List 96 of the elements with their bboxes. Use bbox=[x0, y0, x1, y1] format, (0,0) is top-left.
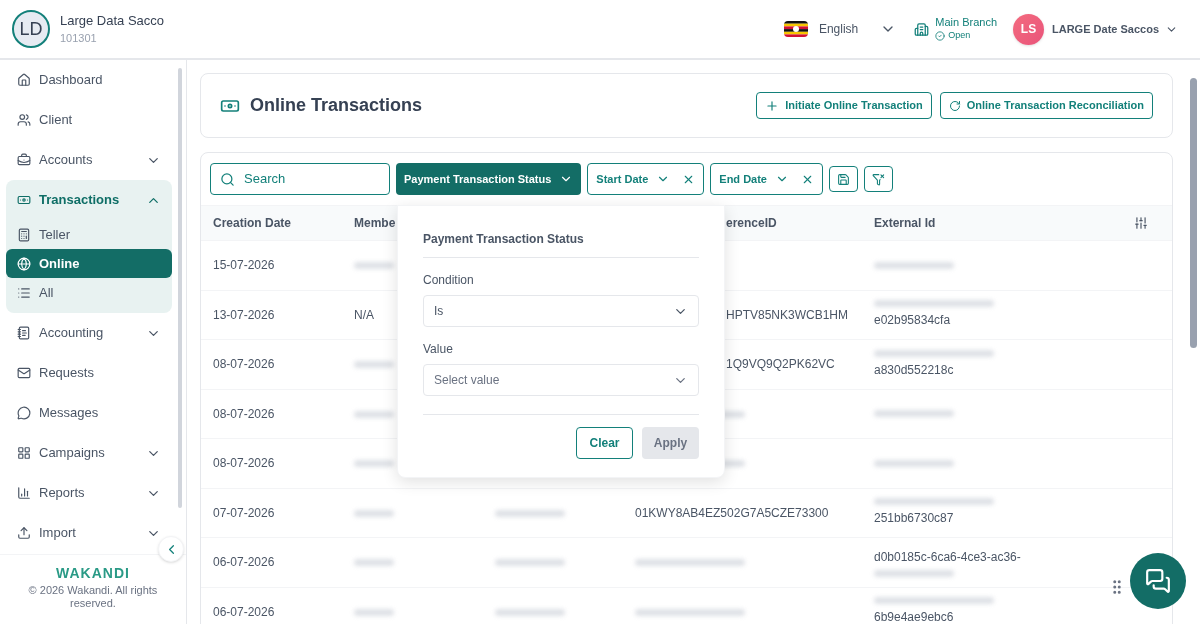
plus-icon bbox=[765, 98, 780, 113]
redacted-text bbox=[354, 361, 394, 369]
table-cell-text: 08-07-2026 bbox=[212, 455, 276, 473]
value-select[interactable]: Select value bbox=[423, 364, 699, 396]
table-cell-text: 06-07-2026 bbox=[212, 554, 276, 572]
chat-icon bbox=[1145, 568, 1171, 594]
org-code: 101301 bbox=[60, 30, 98, 46]
logo: WAKANDI bbox=[56, 565, 130, 581]
branch-name: Main Branch bbox=[935, 15, 997, 30]
funnel-icon bbox=[872, 172, 885, 186]
search-input[interactable]: Search bbox=[244, 169, 374, 189]
table-cell-text: 15-07-2026 bbox=[212, 257, 276, 275]
submenu-item[interactable]: All bbox=[6, 278, 172, 307]
menu-icon bbox=[17, 153, 31, 167]
flag-icon bbox=[783, 21, 808, 37]
menu-icon bbox=[17, 406, 31, 420]
user-avatar: LS bbox=[1013, 13, 1044, 45]
menu-icon bbox=[17, 113, 31, 127]
table-cell-text: d0b0185c-6ca6-4ce3-ac36- bbox=[874, 548, 1022, 566]
submenu-item[interactable]: Teller bbox=[6, 220, 172, 249]
table-cell-text: 08-07-2026 bbox=[212, 356, 276, 374]
table-cell-text: 07-07-2026 bbox=[212, 504, 276, 522]
menu-icon bbox=[17, 366, 31, 380]
menu-icon bbox=[17, 193, 31, 207]
redacted-text bbox=[354, 410, 394, 418]
page-title: Online Transactions bbox=[250, 94, 424, 117]
redacted-text bbox=[354, 460, 394, 468]
sidebar-item[interactable]: Messages bbox=[6, 393, 172, 433]
table-cell-text: 251bb6730c87 bbox=[874, 510, 955, 528]
table-cell-text: 08-07-2026 bbox=[212, 405, 276, 423]
branch-status: Open bbox=[948, 29, 971, 43]
clear-button[interactable]: Clear bbox=[576, 427, 633, 459]
redacted-text bbox=[495, 608, 565, 616]
menu-icon bbox=[17, 73, 31, 87]
redacted-text bbox=[354, 559, 394, 567]
clear-filters-button[interactable] bbox=[864, 166, 893, 192]
building-icon bbox=[914, 21, 930, 37]
reconciliation-button[interactable]: Online Transaction Reconciliation bbox=[939, 92, 1153, 119]
redacted-text bbox=[354, 608, 394, 616]
popover-title: Payment Transaction Status bbox=[423, 230, 699, 258]
table-cell-text: HPTV85NK3WCB1HM bbox=[726, 306, 850, 324]
column-header: Membe bbox=[353, 215, 397, 232]
sidebar-item[interactable]: Accounting bbox=[6, 313, 172, 353]
table-cell-text: 13-07-2026 bbox=[212, 306, 276, 324]
save-icon bbox=[837, 172, 850, 186]
table-cell-text: 06-07-2026 bbox=[212, 603, 276, 621]
table-cell-text: 01KWY8AB4EZ502G7A5CZE73300 bbox=[635, 504, 830, 522]
save-button[interactable] bbox=[829, 166, 858, 192]
sidebar-item[interactable]: Reports bbox=[6, 473, 172, 513]
refresh-icon bbox=[948, 99, 961, 112]
sidebar-item[interactable]: Campaigns bbox=[6, 433, 172, 473]
sidebar-item[interactable]: Accounts bbox=[6, 140, 172, 180]
table-cell-text: 6b9e4ae9ebc6 bbox=[874, 609, 955, 624]
org-avatar: LD bbox=[12, 10, 50, 48]
table-cell-text: a830d552218c bbox=[874, 361, 955, 379]
column-header: erenceID bbox=[725, 215, 778, 232]
menu-icon bbox=[17, 486, 31, 500]
column-header: External Id bbox=[874, 215, 937, 232]
menu-icon bbox=[17, 256, 31, 271]
redacted-text bbox=[495, 509, 565, 517]
scrollbar[interactable] bbox=[178, 68, 182, 508]
table-cell-text: e02b95834cfa bbox=[874, 312, 952, 330]
search-field[interactable]: Search bbox=[210, 163, 390, 195]
sidebar-item[interactable]: Import bbox=[6, 513, 172, 553]
condition-select[interactable]: Is bbox=[423, 295, 699, 327]
menu-icon bbox=[17, 446, 31, 460]
user-menu[interactable]: LARGE Date Saccos bbox=[1052, 20, 1178, 38]
menu-icon bbox=[17, 326, 31, 340]
submenu-item[interactable]: Online bbox=[6, 249, 172, 278]
redacted-text bbox=[354, 509, 394, 517]
column-settings-icon[interactable] bbox=[1134, 216, 1148, 230]
menu-icon bbox=[17, 285, 31, 300]
filter-chip[interactable]: Start Date bbox=[587, 163, 705, 195]
column-header: Creation Date bbox=[212, 215, 293, 232]
table-cell-text: 1Q9VQ9Q2PK62VC bbox=[726, 356, 836, 374]
sidebar-item[interactable]: Dashboard bbox=[6, 60, 172, 100]
chat-button[interactable] bbox=[1130, 553, 1186, 609]
redacted-text bbox=[495, 559, 565, 567]
sidebar-item[interactable]: Client bbox=[6, 100, 172, 140]
initiate-button[interactable]: Initiate Online Transaction bbox=[756, 92, 932, 119]
filter-chip[interactable]: Payment Transaction Status bbox=[396, 163, 582, 195]
filter-chip[interactable]: End Date bbox=[710, 163, 823, 195]
scrollbar[interactable] bbox=[1189, 78, 1197, 348]
search-icon bbox=[220, 171, 235, 187]
sidebar-item[interactable]: Transactions bbox=[6, 180, 172, 220]
language-select[interactable]: English bbox=[818, 20, 897, 38]
field-label: Value bbox=[423, 341, 454, 358]
table-cell: N/A bbox=[354, 307, 374, 322]
org-name: Large Data Sacco bbox=[60, 11, 165, 30]
sidebar-item[interactable]: Requests bbox=[6, 353, 172, 393]
menu-icon bbox=[17, 227, 31, 242]
field-label: Condition bbox=[423, 272, 475, 289]
copyright-text: © 2026 Wakandi. All rights reserved. bbox=[27, 584, 159, 610]
check-circle-icon bbox=[935, 31, 946, 41]
redacted-text bbox=[354, 262, 394, 270]
menu-icon bbox=[17, 526, 31, 540]
